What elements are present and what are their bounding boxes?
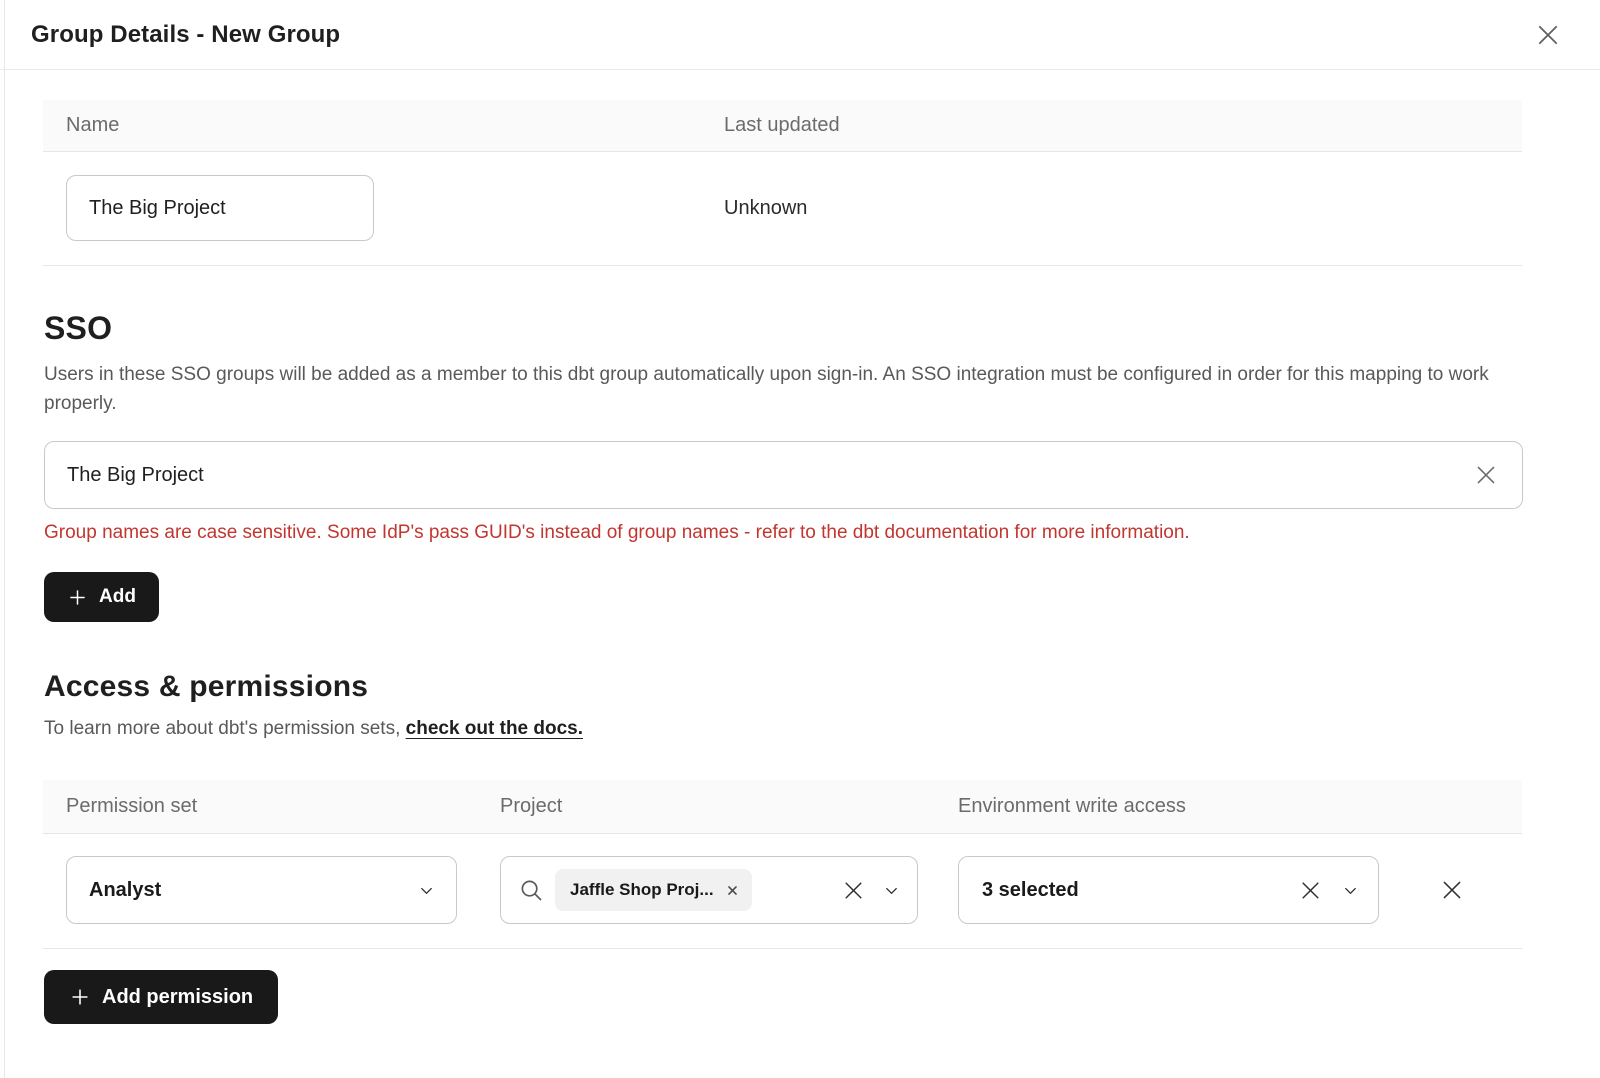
group-name-input[interactable] <box>66 175 374 241</box>
remove-permission-row-button[interactable] <box>1431 869 1473 911</box>
clear-icon <box>841 878 866 903</box>
project-tag-remove-button[interactable] <box>726 884 739 897</box>
project-tag-label: Jaffle Shop Proj... <box>570 880 714 900</box>
group-table-header: Name Last updated <box>43 100 1522 152</box>
plus-icon <box>69 986 91 1008</box>
environment-clear-button[interactable] <box>1296 876 1325 905</box>
sso-group-input-wrap <box>44 441 1523 509</box>
sso-case-sensitive-warning: Group names are case sensitive. Some IdP… <box>44 522 1523 544</box>
panel-left-edge <box>4 0 5 1078</box>
permissions-table: Permission set Project Environment write… <box>43 780 1522 949</box>
sso-group-input[interactable] <box>44 441 1523 509</box>
sso-group-clear-button[interactable] <box>1469 458 1503 492</box>
modal-body: Name Last updated Unknown SSO Users in t… <box>0 100 1600 1064</box>
clear-icon <box>1298 878 1323 903</box>
add-sso-group-button[interactable]: Add <box>44 572 159 622</box>
search-icon <box>518 877 545 904</box>
column-header-project: Project <box>500 795 958 818</box>
plus-icon <box>67 587 88 608</box>
permissions-description-text: To learn more about dbt's permission set… <box>44 718 406 739</box>
environment-write-access-value: 3 selected <box>982 879 1296 902</box>
permission-set-value: Analyst <box>89 879 161 902</box>
last-updated-value: Unknown <box>724 197 1522 220</box>
chevron-down-icon <box>882 881 901 900</box>
add-permission-label: Add permission <box>102 986 253 1009</box>
page-title: Group Details - New Group <box>31 21 340 49</box>
clear-icon <box>1473 462 1499 488</box>
chevron-down-icon <box>417 881 436 900</box>
table-row: Unknown <box>43 152 1522 266</box>
permission-set-select[interactable]: Analyst <box>66 856 457 924</box>
permissions-description: To learn more about dbt's permission set… <box>44 718 1523 740</box>
column-header-environment-write-access: Environment write access <box>958 795 1381 818</box>
project-tag: Jaffle Shop Proj... <box>555 869 752 911</box>
modal-header: Group Details - New Group <box>0 0 1600 70</box>
permissions-table-header: Permission set Project Environment write… <box>43 780 1522 834</box>
project-clear-button[interactable] <box>839 876 868 905</box>
docs-link[interactable]: check out the docs. <box>406 718 583 739</box>
remove-icon <box>1439 877 1465 903</box>
access-permissions-heading: Access & permissions <box>44 670 1523 704</box>
sso-description: Users in these SSO groups will be added … <box>44 360 1519 418</box>
sso-heading: SSO <box>44 310 1523 347</box>
group-info-table: Name Last updated Unknown <box>43 100 1522 266</box>
close-button[interactable] <box>1530 17 1566 53</box>
add-permission-button[interactable]: Add permission <box>44 970 278 1024</box>
column-header-last-updated: Last updated <box>724 114 1522 137</box>
tag-x-icon <box>726 884 739 897</box>
column-header-name: Name <box>66 114 724 137</box>
add-sso-group-label: Add <box>99 586 136 608</box>
chevron-down-icon <box>1341 881 1360 900</box>
column-header-permission-set: Permission set <box>66 795 500 818</box>
permission-row: Analyst Jaffle Shop Proj... <box>43 834 1522 949</box>
environment-write-access-select[interactable]: 3 selected <box>958 856 1379 924</box>
close-icon <box>1534 21 1562 49</box>
project-multiselect[interactable]: Jaffle Shop Proj... <box>500 856 918 924</box>
